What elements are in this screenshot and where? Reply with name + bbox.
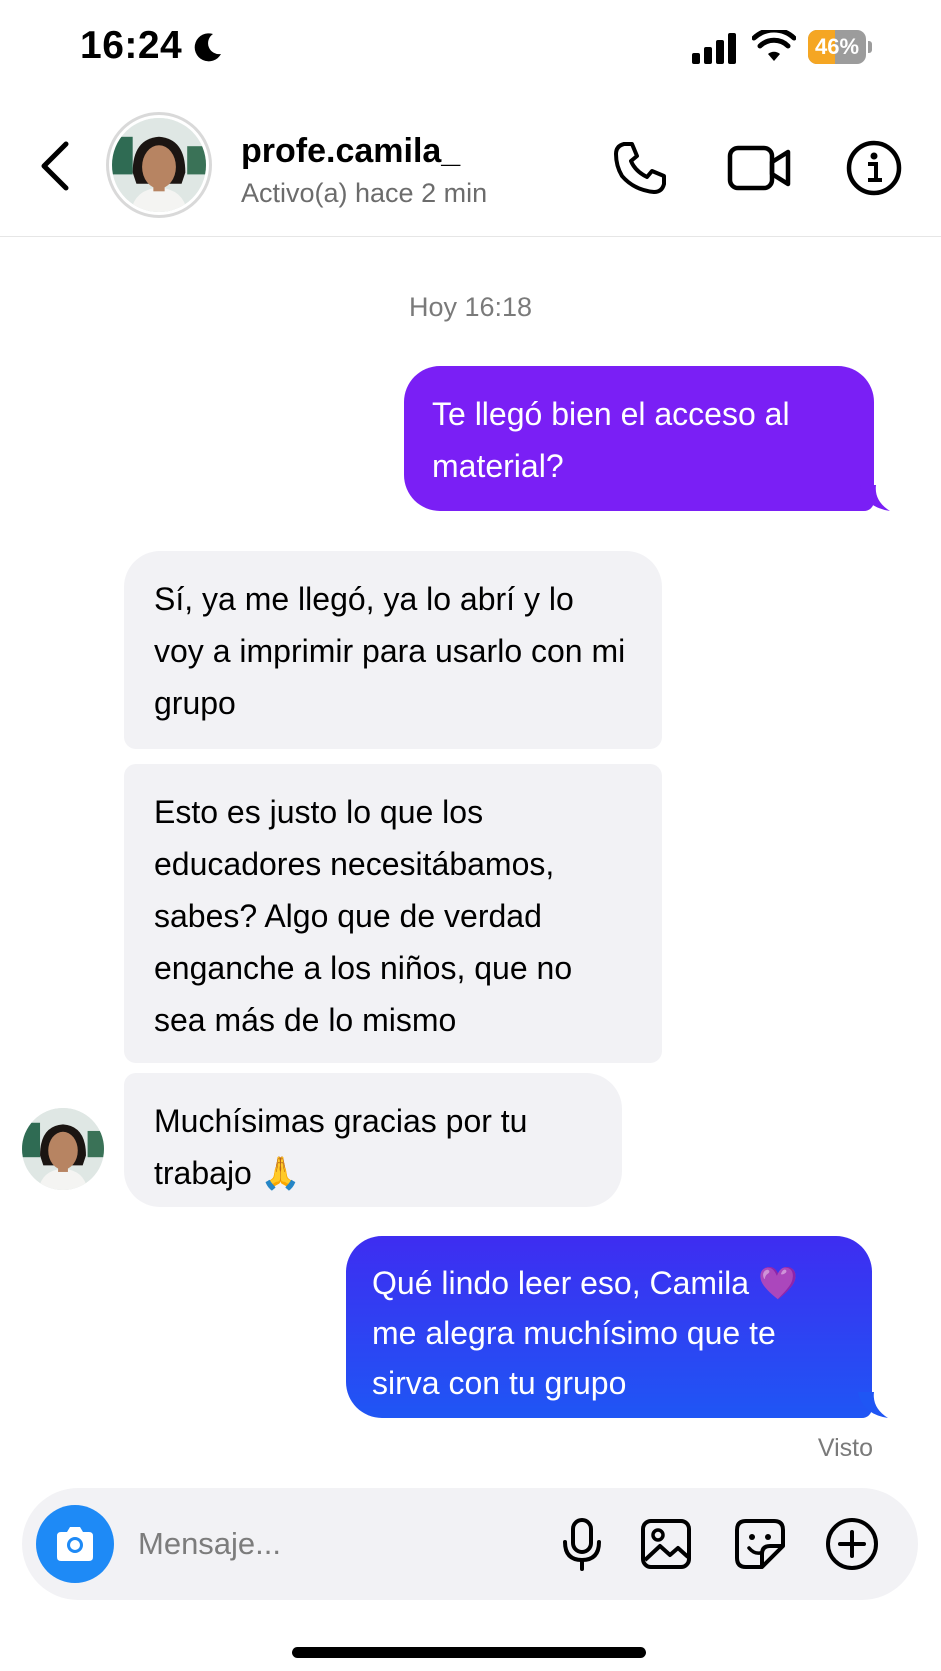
message-input[interactable] <box>138 1518 518 1570</box>
outgoing-message[interactable]: Te llegó bien el acceso al material? <box>404 366 890 511</box>
message-text: Muchísimas gracias por tu trabajo <box>154 1103 528 1191</box>
info-icon[interactable] <box>844 138 904 198</box>
plus-icon[interactable] <box>824 1516 880 1572</box>
message-composer <box>22 1488 918 1600</box>
outgoing-message[interactable]: Qué lindo leer eso, Camila 💜 me alegra m… <box>346 1236 888 1418</box>
seen-receipt: Visto <box>817 1434 873 1462</box>
battery-icon: 46% <box>808 30 872 64</box>
camera-button[interactable] <box>36 1505 114 1583</box>
camera-icon <box>57 1527 93 1561</box>
contact-username[interactable]: profe.camila_ <box>241 132 460 171</box>
message-text: Te llegó bien el acceso al material? <box>432 396 790 484</box>
home-indicator[interactable] <box>292 1647 646 1658</box>
video-icon[interactable] <box>726 138 792 198</box>
mic-icon[interactable] <box>554 1516 610 1572</box>
chat-header: profe.camila_ Activo(a) hace 2 min <box>0 96 941 237</box>
sticker-icon[interactable] <box>732 1516 788 1572</box>
incoming-message[interactable]: Muchísimas gracias por tu trabajo 🙏 <box>124 1073 622 1207</box>
avatar <box>112 118 206 212</box>
status-time: 16:24 <box>80 24 183 67</box>
incoming-message[interactable]: Sí, ya me llegó, ya lo abrí y lo voy a i… <box>124 551 662 749</box>
back-icon[interactable] <box>34 136 78 196</box>
message-text: Sí, ya me llegó, ya lo abrí y lo voy a i… <box>154 581 626 721</box>
status-bar: 16:24 46% <box>0 0 941 96</box>
message-text: Qué lindo leer eso, Camila <box>372 1265 750 1301</box>
moon-icon <box>194 33 221 62</box>
battery-percent: 46% <box>814 34 860 59</box>
signal-icon <box>692 33 736 64</box>
purple-heart-emoji: 💜 <box>757 1264 798 1302</box>
avatar[interactable] <box>22 1108 104 1190</box>
bubble-tail <box>860 485 890 511</box>
gallery-icon[interactable] <box>638 1516 694 1572</box>
pray-emoji: 🙏 <box>260 1154 301 1192</box>
contact-avatar-button[interactable] <box>106 112 212 218</box>
bubble-tail <box>858 1392 888 1418</box>
message-text: Esto es justo lo que los educadores nece… <box>154 794 573 1038</box>
contact-activity-status: Activo(a) hace 2 min <box>241 178 488 208</box>
wifi-icon <box>752 30 796 61</box>
incoming-message[interactable]: Esto es justo lo que los educadores nece… <box>124 764 662 1063</box>
conversation-timestamp: Hoy 16:18 <box>408 292 533 322</box>
phone-icon[interactable] <box>610 138 670 198</box>
message-text: me alegra muchísimo que te sirva con tu … <box>372 1315 776 1401</box>
